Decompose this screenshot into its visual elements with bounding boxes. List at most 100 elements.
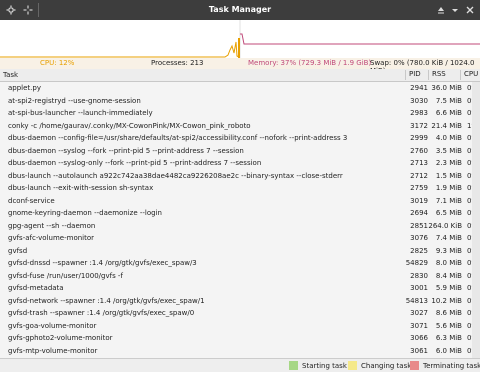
task-name: gpg-agent --sh --daemon <box>8 221 96 230</box>
table-row[interactable]: applet.py294136.0 MiB0% <box>0 82 478 95</box>
task-rss: 5.6 MiB <box>435 321 462 330</box>
task-pid: 3027 <box>410 309 428 317</box>
task-name: conky -c /home/gaurav/.conky/MX-CowonPin… <box>8 121 251 130</box>
task-rss: 8.6 MiB <box>435 309 462 317</box>
task-rss: 6.5 MiB <box>435 209 462 217</box>
task-name: gvfs-mtp-volume-monitor <box>8 346 98 355</box>
table-row[interactable]: dbus-daemon --syslog --fork --print-pid … <box>0 145 478 158</box>
task-pid: 2941 <box>410 84 428 92</box>
task-name: at-spi2-registryd --use-gnome-session <box>8 96 141 105</box>
process-count-label: Processes: 213 <box>151 59 204 67</box>
table-row[interactable]: conky -c /home/gaurav/.conky/MX-CowonPin… <box>0 120 478 133</box>
task-rss: 9.3 MiB <box>435 246 462 255</box>
table-row[interactable]: gvfsd-fuse /run/user/1000/gvfs -f 2830 8.4… <box>0 270 478 283</box>
task-list: applet.py294136.0 MiB0% at-spi2-registry… <box>0 82 480 358</box>
task-pid: 2713 <box>410 159 428 167</box>
title-bar: Task Manager <box>0 0 480 20</box>
task-rss: 6.3 MiB <box>435 334 462 342</box>
task-rss: 10.2 MiB <box>431 296 462 305</box>
task-name: gnome-keyring-daemon --daemonize --login <box>8 209 162 217</box>
table-row[interactable]: gvfs-gphoto2-volume-monitor30666.3 MiB0% <box>0 332 478 345</box>
table-row[interactable]: at-spi-bus-launcher --launch-immediately… <box>0 107 478 120</box>
table-row[interactable]: gvfs-mtp-volume-monitor30616.0 MiB0% <box>0 345 478 358</box>
table-row[interactable]: gvfsd-network --spawner :1.4 /org/gtk/gv… <box>0 295 478 308</box>
task-pid: 2983 <box>410 109 428 117</box>
task-rss: 2.3 MiB <box>435 159 462 167</box>
task-rss: 264.0 KiB <box>428 221 462 230</box>
legend-bar: Starting task Changing task Terminating … <box>0 358 480 372</box>
task-rss: 7.1 MiB <box>435 196 462 205</box>
task-pid: 2759 <box>410 184 428 192</box>
column-header-cpu[interactable]: CPU <box>460 70 478 80</box>
table-row[interactable]: gnome-keyring-daemon --daemonize --login… <box>0 207 478 220</box>
table-row[interactable]: dbus-daemon --config-file=/usr/share/def… <box>0 132 478 145</box>
task-name: gvfsd-dnssd --spawner :1.4 /org/gtk/gvfs… <box>8 259 197 267</box>
vertical-scrollbar[interactable] <box>472 82 480 358</box>
column-header-task[interactable]: Task <box>3 71 18 79</box>
task-name: dbus-daemon --syslog-only --fork --print… <box>8 159 262 167</box>
column-header-pid[interactable]: PID <box>405 70 421 80</box>
task-pid: 3001 <box>410 284 428 292</box>
table-row[interactable]: dbus-launch --autolaunch a922c742aa38dae… <box>0 170 478 183</box>
table-row[interactable]: dbus-launch --exit-with-session sh-synta… <box>0 182 478 195</box>
legend-starting-label: Starting task <box>302 362 347 370</box>
task-rss: 7.4 MiB <box>435 234 462 242</box>
task-name: dconf-service <box>8 196 55 205</box>
task-pid: 2760 <box>410 146 428 155</box>
table-row[interactable]: dbus-daemon --syslog-only --fork --print… <box>0 157 478 170</box>
task-pid: 3071 <box>410 321 428 330</box>
table-row[interactable]: gpg-agent --sh --daemon2851264.0 KiB0% <box>0 220 478 233</box>
task-rss: 8.0 MiB <box>435 259 462 267</box>
task-name: gvfs-gphoto2-volume-monitor <box>8 334 113 342</box>
table-row[interactable]: gvfsd-dnssd --spawner :1.4 /org/gtk/gvfs… <box>0 257 478 270</box>
task-pid: 3030 <box>410 96 428 105</box>
legend-changing-label: Changing task <box>361 362 412 370</box>
task-name: dbus-launch --exit-with-session sh-synta… <box>8 184 154 192</box>
task-pid: 2830 <box>410 271 428 280</box>
task-pid: 3066 <box>410 334 428 342</box>
usage-graph-plot <box>0 20 480 58</box>
column-header-rss[interactable]: RSS <box>428 70 446 80</box>
task-name: gvfsd <box>8 246 28 255</box>
task-name: gvfsd-metadata <box>8 284 64 292</box>
window-title: Task Manager <box>208 5 272 14</box>
task-rss: 8.4 MiB <box>435 271 462 280</box>
task-pid: 3019 <box>410 196 428 205</box>
close-icon[interactable] <box>463 3 477 17</box>
task-rss: 1.5 MiB <box>435 171 462 180</box>
task-rss: 36.0 MiB <box>431 84 462 92</box>
table-row[interactable]: gvfs-afc-volume-monitor30767.4 MiB0% <box>0 232 478 245</box>
starting-swatch <box>289 361 298 370</box>
table-row[interactable]: gvfsd-metadata30015.9 MiB0% <box>0 282 478 295</box>
task-pid: 2712 <box>410 171 428 180</box>
task-name: dbus-daemon --syslog --fork --print-pid … <box>8 146 244 155</box>
table-row[interactable]: gvfsd28259.3 MiB0% <box>0 245 478 258</box>
task-pid: 3076 <box>410 234 428 242</box>
task-table-header: Task PID RSS CPU <box>0 69 480 82</box>
task-rss: 1.9 MiB <box>435 184 462 192</box>
table-row[interactable]: gvfs-goa-volume-monitor30715.6 MiB0% <box>0 320 478 333</box>
task-pid: 2825 <box>410 246 428 255</box>
task-pid: 54829 <box>405 259 428 267</box>
task-name: gvfsd-trash --spawner :1.4 /org/gtk/gvfs… <box>8 309 195 317</box>
task-pid: 54813 <box>405 296 428 305</box>
task-name: applet.py <box>8 84 41 92</box>
keep-above-icon[interactable] <box>434 3 448 17</box>
task-rss: 5.9 MiB <box>435 284 462 292</box>
task-rss: 6.0 MiB <box>435 346 462 355</box>
task-name: gvfsd-fuse /run/user/1000/gvfs -f <box>8 271 123 280</box>
task-pid: 3061 <box>410 346 428 355</box>
legend-terminating-label: Terminating task <box>423 362 480 370</box>
task-rss: 7.5 MiB <box>435 96 462 105</box>
table-row[interactable]: dconf-service30197.1 MiB0% <box>0 195 478 208</box>
table-row[interactable]: gvfsd-trash --spawner :1.4 /org/gtk/gvfs… <box>0 307 478 320</box>
task-name: dbus-launch --autolaunch a922c742aa38dae… <box>8 171 343 180</box>
task-rss: 3.5 MiB <box>435 146 462 155</box>
minimize-icon[interactable] <box>448 3 462 17</box>
task-name: gvfs-afc-volume-monitor <box>8 234 95 242</box>
table-row[interactable]: at-spi2-registryd --use-gnome-session 303… <box>0 95 478 108</box>
usage-graph <box>0 20 480 59</box>
task-pid: 2694 <box>410 209 428 217</box>
task-rss: 4.0 MiB <box>435 134 462 142</box>
task-pid: 2999 <box>410 134 428 142</box>
